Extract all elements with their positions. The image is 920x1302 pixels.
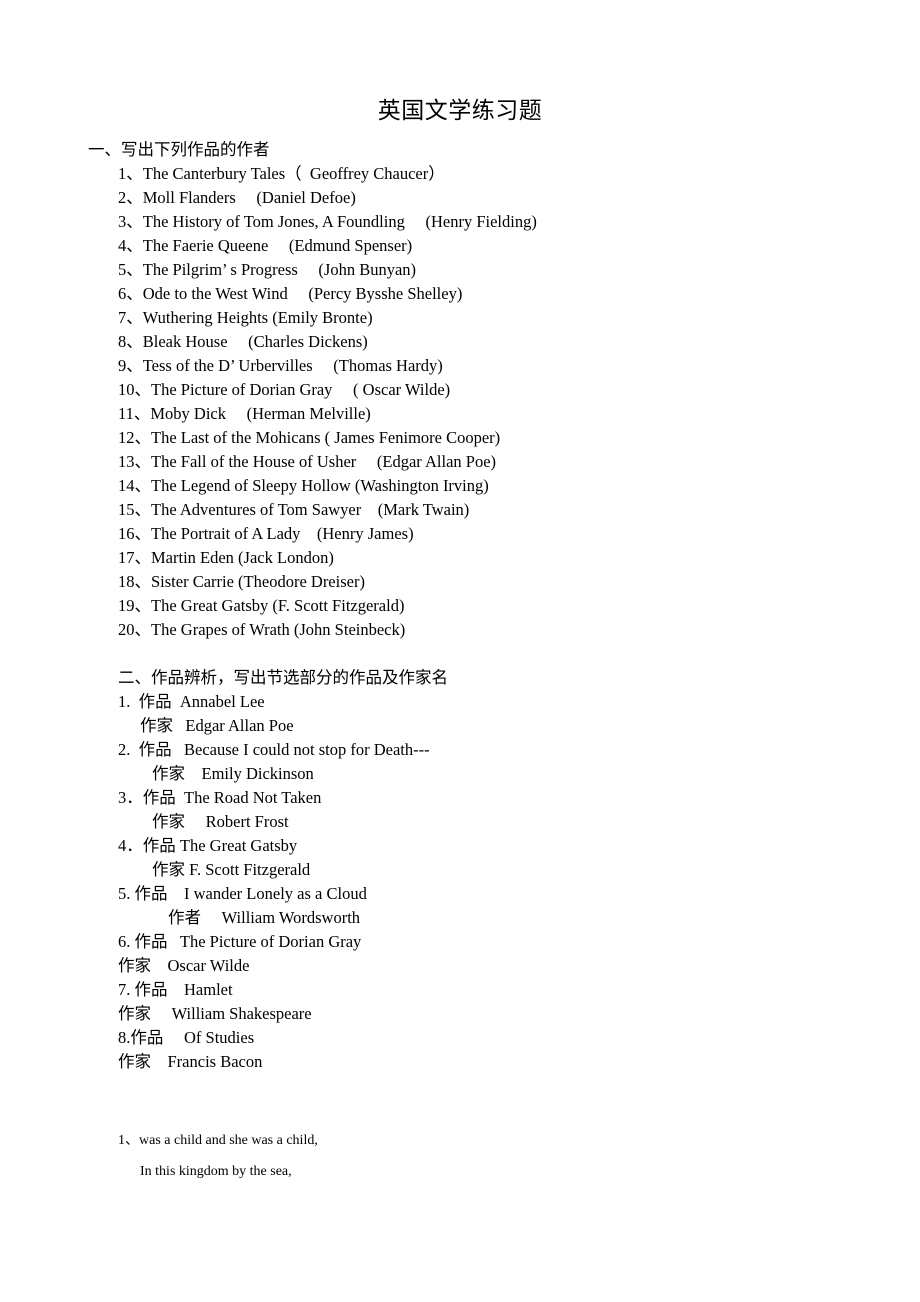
section-one-item-7: 7、Wuthering Heights (Emily Bronte) xyxy=(118,308,373,327)
section-two-entry-1-author: 作家 Edgar Allan Poe xyxy=(140,716,294,735)
section-one-item-12: 12、The Last of the Mohicans ( James Feni… xyxy=(118,428,501,447)
section-three-line-2: In this kingdom by the sea, xyxy=(140,1164,292,1179)
section-one-item-19: 19、The Great Gatsby (F. Scott Fitzgerald… xyxy=(118,596,405,615)
section-one-item-17: 17、Martin Eden (Jack London) xyxy=(118,548,334,567)
section-three-line-1: 1、was a child and she was a child, xyxy=(118,1133,318,1148)
section-two-entry-7-author: 作家 William Shakespeare xyxy=(118,1004,312,1023)
section-one-item-2: 2、Moll Flanders (Daniel Defoe) xyxy=(118,188,356,207)
section-two-entry-5-work: 5. 作品 I wander Lonely as a Cloud xyxy=(118,884,367,903)
section-one-item-9: 9、Tess of the D’ Urbervilles (Thomas Har… xyxy=(118,356,443,375)
section-one-item-4: 4、The Faerie Queene (Edmund Spenser) xyxy=(118,236,413,255)
page-title: 英国文学练习题 xyxy=(377,98,543,123)
section-two-entry-6-author: 作家 Oscar Wilde xyxy=(118,956,250,975)
section-one-item-10: 10、The Picture of Dorian Gray ( Oscar Wi… xyxy=(118,380,451,399)
section-two-entry-5-author: 作者 William Wordsworth xyxy=(168,908,361,927)
section-two-entry-8-author: 作家 Francis Bacon xyxy=(118,1052,263,1071)
section-two-heading: 二、作品辨析，写出节选部分的作品及作家名 xyxy=(118,668,448,687)
section-one-item-3: 3、The History of Tom Jones, A Foundling … xyxy=(118,212,537,231)
section-one-item-5: 5、The Pilgrim’ s Progress (John Bunyan) xyxy=(118,260,417,279)
section-two-entry-2-work: 2. 作品 Because I could not stop for Death… xyxy=(118,740,430,759)
section-one-item-15: 15、The Adventures of Tom Sawyer (Mark Tw… xyxy=(118,500,470,519)
section-two-entry-4-author: 作家 F. Scott Fitzgerald xyxy=(152,860,311,879)
section-one-item-13: 13、The Fall of the House of Usher (Edgar… xyxy=(118,452,497,471)
section-one-item-20: 20、The Grapes of Wrath (John Steinbeck) xyxy=(118,620,406,639)
section-one-item-14: 14、The Legend of Sleepy Hollow (Washingt… xyxy=(118,476,489,495)
section-one-item-18: 18、Sister Carrie (Theodore Dreiser) xyxy=(118,572,365,591)
document-page: 英国文学练习题 一、写出下列作品的作者 1、The Canterbury Tal… xyxy=(0,0,920,1302)
section-one-item-16: 16、The Portrait of A Lady (Henry James) xyxy=(118,524,414,543)
section-two-entry-2-author: 作家 Emily Dickinson xyxy=(152,764,314,783)
section-two-entry-6-work: 6. 作品 The Picture of Dorian Gray xyxy=(118,932,362,951)
section-two-entry-3-author: 作家 Robert Frost xyxy=(152,812,289,831)
section-two-entry-8-work: 8.作品 Of Studies xyxy=(118,1028,255,1047)
section-two-entry-3-work: 3．作品 The Road Not Taken xyxy=(118,788,322,807)
section-one-item-1: 1、The Canterbury Tales（ Geoffrey Chaucer… xyxy=(118,164,445,183)
section-two-entry-7-work: 7. 作品 Hamlet xyxy=(118,980,233,999)
section-one-heading: 一、写出下列作品的作者 xyxy=(88,140,270,159)
section-two-entry-4-work: 4．作品 The Great Gatsby xyxy=(118,836,298,855)
section-two-entry-1-work: 1. 作品 Annabel Lee xyxy=(118,692,265,711)
section-one-item-6: 6、Ode to the West Wind (Percy Bysshe She… xyxy=(118,284,463,303)
section-one-item-8: 8、Bleak House (Charles Dickens) xyxy=(118,332,368,351)
section-one-item-11: 11、Moby Dick (Herman Melville) xyxy=(118,404,371,423)
